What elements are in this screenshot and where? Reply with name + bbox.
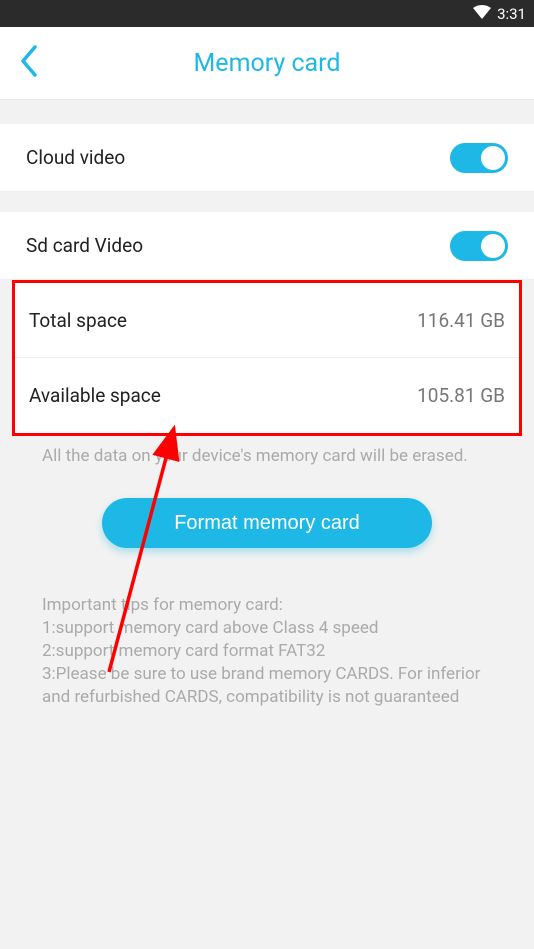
page-title: Memory card xyxy=(0,49,534,78)
section-gap xyxy=(0,192,534,212)
total-space-label: Total space xyxy=(29,309,127,332)
available-space-row: Available space 105.81 GB xyxy=(15,358,519,433)
cloud-video-toggle[interactable] xyxy=(450,143,508,173)
back-button[interactable] xyxy=(20,45,40,81)
format-memory-card-button[interactable]: Format memory card xyxy=(102,498,432,548)
available-space-value: 105.81 GB xyxy=(417,384,505,407)
cloud-video-row: Cloud video xyxy=(0,124,534,192)
section-gap xyxy=(0,100,534,124)
tips-heading: Important tips for memory card: xyxy=(42,594,492,617)
erase-warning-text: All the data on your device's memory car… xyxy=(0,436,534,466)
total-space-row: Total space 116.41 GB xyxy=(15,283,519,358)
cloud-video-label: Cloud video xyxy=(26,146,125,169)
sd-card-video-toggle[interactable] xyxy=(450,231,508,261)
sd-card-video-label: Sd card Video xyxy=(26,234,143,257)
total-space-value: 116.41 GB xyxy=(417,309,505,332)
important-tips: Important tips for memory card: 1:suppor… xyxy=(0,548,534,709)
header: Memory card xyxy=(0,27,534,100)
tips-line-1: 1:support memory card above Class 4 spee… xyxy=(42,617,492,640)
storage-stats-highlight-box: Total space 116.41 GB Available space 10… xyxy=(12,280,522,436)
tips-line-2: 2:support memory card format FAT32 xyxy=(42,640,492,663)
status-time: 3:31 xyxy=(497,5,526,23)
sd-card-video-row: Sd card Video xyxy=(0,212,534,280)
tips-line-3: 3:Please be sure to use brand memory CAR… xyxy=(42,663,492,709)
wifi-icon xyxy=(473,5,491,23)
available-space-label: Available space xyxy=(29,384,161,407)
status-bar: 3:31 xyxy=(0,0,534,27)
